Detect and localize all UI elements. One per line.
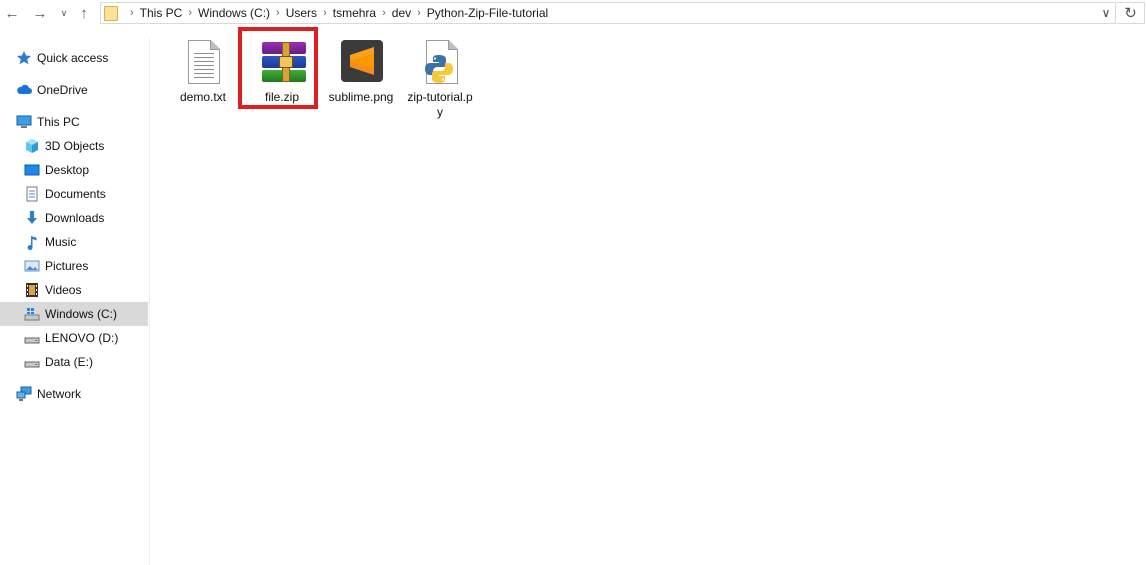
pictures-icon <box>24 258 40 274</box>
sidebar-item-label: Desktop <box>45 163 90 177</box>
chevron-right-icon[interactable]: › <box>276 7 280 19</box>
sidebar-item-downloads[interactable]: Downloads <box>0 206 148 230</box>
file-item-demo-txt[interactable]: demo.txt <box>165 26 241 105</box>
folder-icon <box>104 5 118 21</box>
sidebar-item-label: LENOVO (D:) <box>45 331 119 345</box>
navigation-pane: Quick access OneDrive This PC 3D Objects… <box>0 38 150 565</box>
drive-icon <box>24 330 40 346</box>
sidebar-item-onedrive[interactable]: OneDrive <box>0 78 148 102</box>
chevron-right-icon[interactable]: › <box>323 7 327 19</box>
navigation-bar: ← → ∨ ↑ › This PC › Windows (C:) › Users… <box>0 0 1147 26</box>
breadcrumb-tsmehra[interactable]: tsmehra <box>333 6 376 20</box>
computer-icon <box>16 114 32 130</box>
sublime-image-icon <box>337 40 385 88</box>
drive-icon <box>24 306 40 322</box>
sidebar-item-label: Documents <box>45 187 106 201</box>
sidebar-item-quick-access[interactable]: Quick access <box>0 46 148 70</box>
download-icon <box>24 210 40 226</box>
address-bar[interactable]: › This PC › Windows (C:) › Users › tsmeh… <box>100 2 1116 24</box>
sidebar-item-videos[interactable]: Videos <box>0 278 148 302</box>
file-name: zip-tutorial.py <box>407 90 473 119</box>
chevron-right-icon[interactable]: › <box>417 7 421 19</box>
breadcrumb-users[interactable]: Users <box>286 6 317 20</box>
cube-icon <box>24 138 40 154</box>
file-name: sublime.png <box>328 90 394 104</box>
breadcrumb-dev[interactable]: dev <box>392 6 411 20</box>
sidebar-item-data-e[interactable]: Data (E:) <box>0 350 148 374</box>
file-item-sublime-png[interactable]: sublime.png <box>323 26 399 105</box>
file-name: file.zip <box>264 90 299 104</box>
file-item-zip-tutorial-py[interactable]: zip-tutorial.py <box>402 26 478 120</box>
chevron-down-icon[interactable]: ∨ <box>58 3 70 23</box>
chevron-right-icon[interactable]: › <box>130 7 134 19</box>
sidebar-item-label: Pictures <box>45 259 89 273</box>
cloud-icon <box>16 82 32 98</box>
sidebar-item-documents[interactable]: Documents <box>0 182 148 206</box>
sidebar-item-label: Music <box>45 235 77 249</box>
document-icon <box>24 186 40 202</box>
text-file-icon <box>179 40 227 88</box>
file-name: demo.txt <box>179 90 227 104</box>
sidebar-item-label: Network <box>37 387 82 401</box>
file-list: demo.txt file.zip sublime.png zip-tutori… <box>151 26 1147 565</box>
sidebar-item-label: Videos <box>45 283 82 297</box>
file-item-file-zip[interactable]: file.zip <box>244 26 320 105</box>
arrow-left-icon[interactable]: ← <box>2 3 22 23</box>
sidebar-item-3d-objects[interactable]: 3D Objects <box>0 134 148 158</box>
sidebar-item-label: This PC <box>37 115 80 129</box>
star-icon <box>16 50 32 66</box>
arrow-right-icon[interactable]: → <box>30 3 50 23</box>
address-dropdown-icon[interactable]: ∨ <box>1099 6 1113 20</box>
sidebar-item-windows-c[interactable]: Windows (C:) <box>0 302 148 326</box>
sidebar-item-network[interactable]: Network <box>0 382 148 406</box>
sidebar-item-this-pc[interactable]: This PC <box>0 110 148 134</box>
sidebar-item-desktop[interactable]: Desktop <box>0 158 148 182</box>
sidebar-item-label: 3D Objects <box>45 139 105 153</box>
sidebar-item-lenovo-d[interactable]: LENOVO (D:) <box>0 326 148 350</box>
sidebar-item-label: Quick access <box>37 51 109 65</box>
winrar-archive-icon <box>258 40 306 88</box>
chevron-right-icon[interactable]: › <box>188 7 192 19</box>
sidebar-item-label: Downloads <box>45 211 105 225</box>
sidebar-item-label: OneDrive <box>37 83 88 97</box>
breadcrumb-current-folder[interactable]: Python-Zip-File-tutorial <box>427 6 548 20</box>
music-icon <box>24 234 40 251</box>
python-file-icon <box>416 40 464 88</box>
chevron-right-icon[interactable]: › <box>382 7 386 19</box>
refresh-icon[interactable]: ↻ <box>1117 2 1145 24</box>
sidebar-item-label: Data (E:) <box>45 355 94 369</box>
sidebar-item-music[interactable]: Music <box>0 230 148 254</box>
video-icon <box>24 282 40 298</box>
arrow-up-icon[interactable]: ↑ <box>74 3 94 23</box>
sidebar-item-label: Windows (C:) <box>45 307 118 321</box>
drive-icon <box>24 354 40 370</box>
desktop-icon <box>24 162 40 178</box>
network-icon <box>16 386 32 402</box>
breadcrumb-windows-c[interactable]: Windows (C:) <box>198 6 270 20</box>
sidebar-item-pictures[interactable]: Pictures <box>0 254 148 278</box>
breadcrumb-this-pc[interactable]: This PC <box>140 6 183 20</box>
